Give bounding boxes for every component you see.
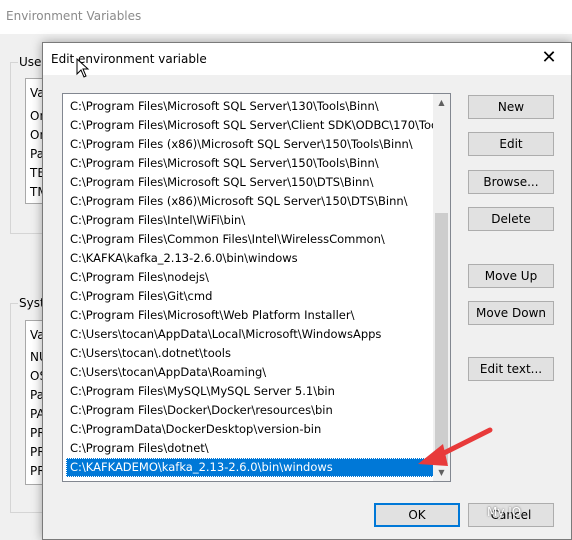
annotation-arrow (418, 427, 493, 466)
mouse-cursor-icon (76, 58, 90, 78)
watermark-text: My IO (487, 505, 522, 519)
